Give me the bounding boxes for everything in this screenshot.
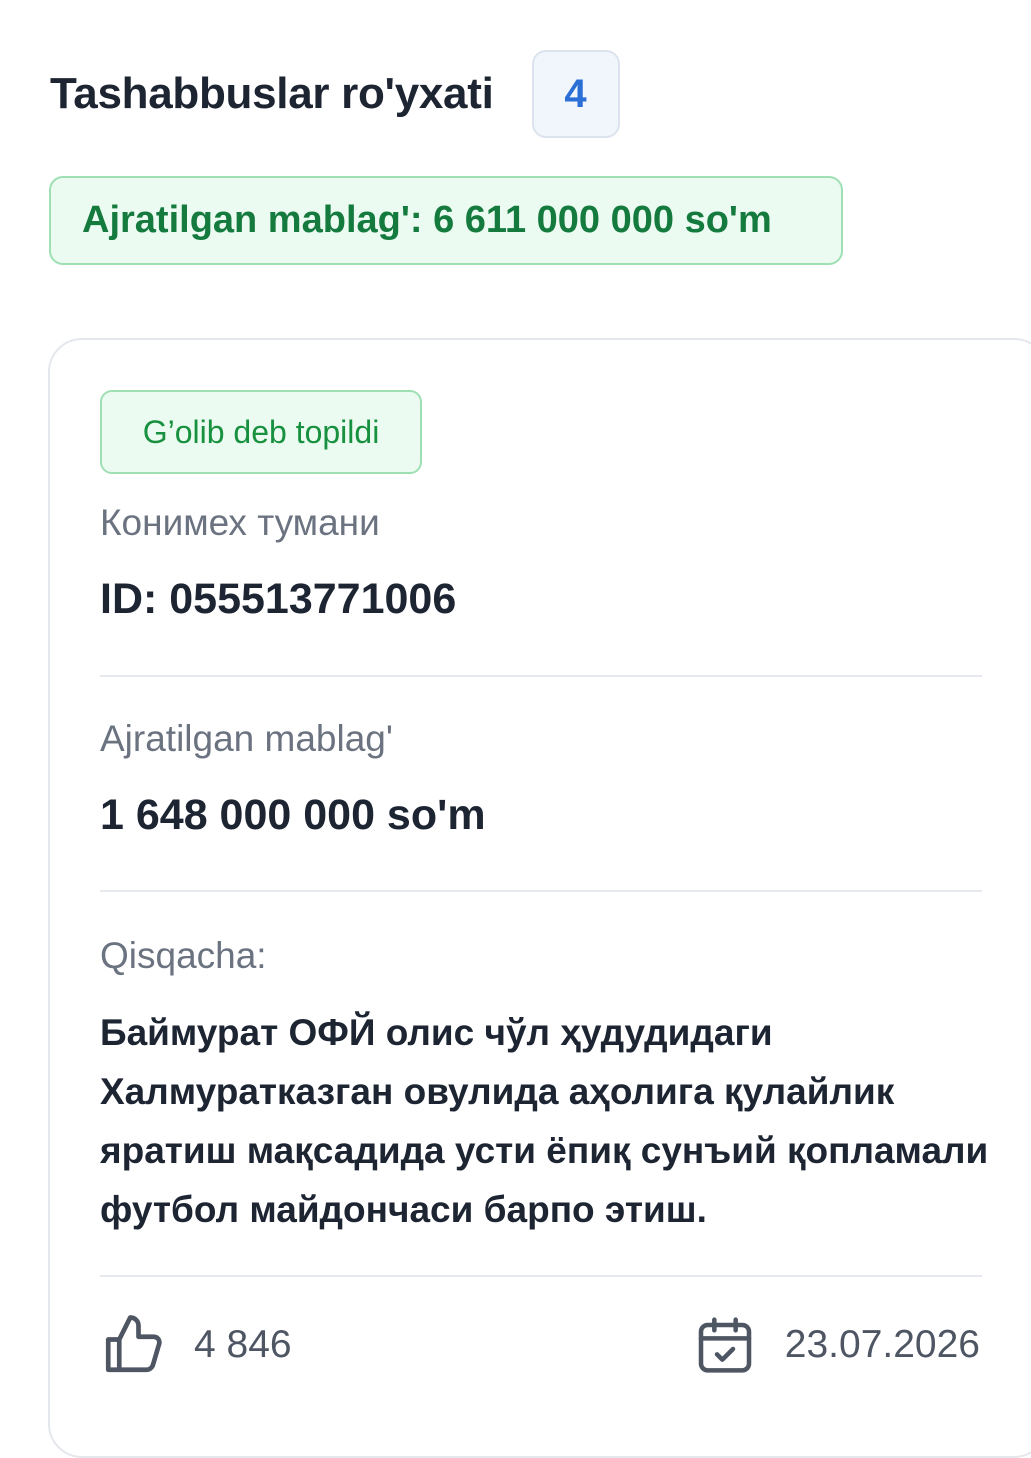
initiative-date: 23.07.2026 xyxy=(784,1323,980,1366)
likes-count: 4 846 xyxy=(194,1323,292,1366)
calendar-check-icon xyxy=(693,1312,757,1378)
summary-label: Qisqacha: xyxy=(100,935,267,976)
count-badge: 4 xyxy=(531,50,620,138)
date-info: 23.07.2026 xyxy=(693,1312,980,1378)
total-budget-badge: Ajratilgan mablag': 6 611 000 000 so'm xyxy=(49,176,843,265)
list-header: Tashabbuslar ro'yxati 4 xyxy=(50,50,620,138)
status-badge: G’olib deb topildi xyxy=(100,390,422,474)
summary-text: Баймурат ОФЙ олис чўл ҳудудидаги Халмура… xyxy=(100,1012,989,1230)
budget-value: 1 648 000 000 so'm xyxy=(100,791,486,839)
like-button[interactable]: 4 846 xyxy=(100,1312,292,1378)
thumbs-up-icon xyxy=(100,1312,166,1378)
initiative-card[interactable]: G’olib deb topildi Конимех тумани ID: 05… xyxy=(48,338,1031,1458)
initiative-id: ID: 055513771006 xyxy=(100,575,457,623)
divider xyxy=(100,1275,982,1277)
divider xyxy=(100,890,982,892)
budget-label: Ajratilgan mablag' xyxy=(100,718,393,759)
page-title: Tashabbuslar ro'yxati xyxy=(50,69,494,118)
divider xyxy=(100,675,982,677)
district-label: Конимех тумани xyxy=(100,502,380,543)
